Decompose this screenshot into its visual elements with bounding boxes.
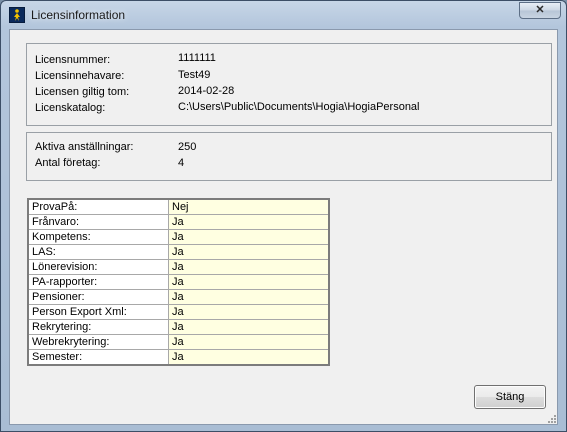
feature-label: LAS: <box>27 244 169 260</box>
resize-grip-icon[interactable] <box>545 412 557 424</box>
license-number-label: Licensnummer: <box>35 54 111 66</box>
license-valid-value: 2014-02-28 <box>178 85 235 97</box>
table-row: Semester: Ja <box>27 349 330 366</box>
license-info-dialog: Licensinformation ✕ Licensnummer: 111111… <box>0 0 567 432</box>
close-icon: ✕ <box>535 4 545 16</box>
company-count-label: Antal företag: <box>35 157 101 169</box>
feature-label: Lönerevision: <box>27 259 169 275</box>
table-row: PA-rapporter: Ja <box>27 274 330 290</box>
feature-value[interactable]: Ja <box>168 214 330 230</box>
table-row: Pensioner: Ja <box>27 289 330 305</box>
license-catalog-label: Licenskatalog: <box>35 102 106 114</box>
feature-value[interactable]: Ja <box>168 349 330 366</box>
license-catalog-value: C:\Users\Public\Documents\Hogia\HogiaPer… <box>178 101 420 113</box>
feature-label: Webrekrytering: <box>27 334 169 350</box>
window-title: Licensinformation <box>31 8 126 22</box>
license-number-value: 1111111 <box>178 52 216 64</box>
close-dialog-button[interactable]: Stäng <box>474 385 546 409</box>
table-row: Person Export Xml: Ja <box>27 304 330 320</box>
feature-value[interactable]: Ja <box>168 319 330 335</box>
license-holder-value: Test49 <box>178 69 211 81</box>
feature-value[interactable]: Ja <box>168 289 330 305</box>
title-bar[interactable]: Licensinformation ✕ <box>1 1 566 29</box>
table-row: ProvaPå: Nej <box>27 198 330 215</box>
table-row: Webrekrytering: Ja <box>27 334 330 350</box>
active-employments-value: 250 <box>178 141 197 153</box>
license-valid-label: Licensen giltig tom: <box>35 86 130 98</box>
window-close-button[interactable]: ✕ <box>519 2 561 19</box>
feature-value[interactable]: Ja <box>168 334 330 350</box>
feature-label: PA-rapporter: <box>27 274 169 290</box>
table-row: Lönerevision: Ja <box>27 259 330 275</box>
feature-label: Rekrytering: <box>27 319 169 335</box>
active-employments-label: Aktiva anställningar: <box>35 141 134 153</box>
feature-label: Person Export Xml: <box>27 304 169 320</box>
feature-value[interactable]: Ja <box>168 244 330 260</box>
company-count-value: 4 <box>178 157 185 169</box>
feature-label: ProvaPå: <box>27 198 169 215</box>
feature-value[interactable]: Ja <box>168 229 330 245</box>
feature-label: Semester: <box>27 349 169 366</box>
feature-value[interactable]: Ja <box>168 274 330 290</box>
table-row: LAS: Ja <box>27 244 330 260</box>
table-row: Frånvaro: Ja <box>27 214 330 230</box>
hogia-app-icon <box>9 7 25 23</box>
license-holder-label: Licensinnehavare: <box>35 70 125 82</box>
feature-value[interactable]: Ja <box>168 259 330 275</box>
license-group: Licensnummer: 1111111 Licensinnehavare: … <box>26 43 552 126</box>
feature-value[interactable]: Nej <box>168 198 330 215</box>
table-row: Rekrytering: Ja <box>27 319 330 335</box>
feature-label: Pensioner: <box>27 289 169 305</box>
feature-value[interactable]: Ja <box>168 304 330 320</box>
features-table: ProvaPå: Nej Frånvaro: Ja Kompetens: Ja LAS… <box>27 198 330 366</box>
feature-label: Kompetens: <box>27 229 169 245</box>
feature-label: Frånvaro: <box>27 214 169 230</box>
dialog-body: Licensnummer: 1111111 Licensinnehavare: … <box>9 29 558 425</box>
table-row: Kompetens: Ja <box>27 229 330 245</box>
counts-group: Aktiva anställningar: 250 Antal företag:… <box>26 132 552 181</box>
